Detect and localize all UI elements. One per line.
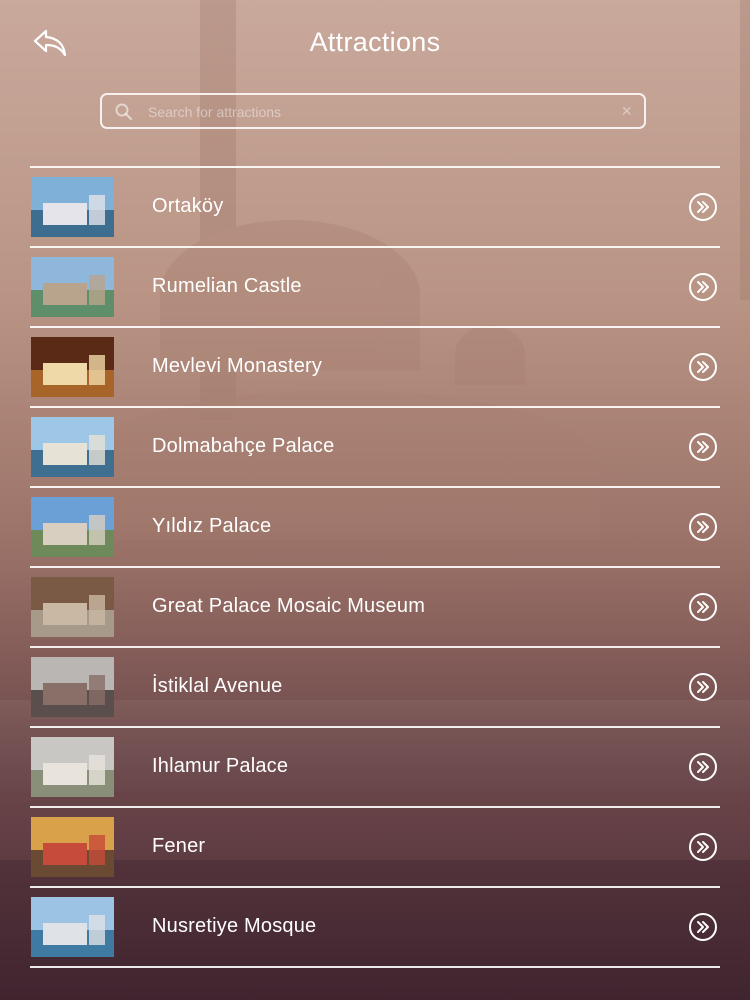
list-item[interactable]: Rumelian Castle (30, 248, 720, 326)
attraction-name: Ihlamur Palace (152, 755, 289, 777)
chevron-right-icon[interactable] (688, 752, 718, 782)
chevron-right-icon[interactable] (688, 912, 718, 942)
attraction-name: Nusretiye Mosque (152, 915, 317, 937)
attraction-thumbnail (31, 337, 114, 397)
list-item[interactable]: Ihlamur Palace (30, 728, 720, 806)
list-item[interactable]: Yıldız Palace (30, 488, 720, 566)
attraction-thumbnail (31, 257, 114, 317)
chevron-right-icon[interactable] (688, 352, 718, 382)
attraction-thumbnail (31, 177, 114, 237)
header-bar: Attractions (0, 0, 750, 86)
divider (30, 966, 720, 968)
attraction-name: Great Palace Mosaic Museum (152, 595, 426, 617)
list-item[interactable]: Ortaköy (30, 168, 720, 246)
list-item[interactable]: Great Palace Mosaic Museum (30, 568, 720, 646)
attraction-name: İstiklal Avenue (152, 675, 283, 697)
chevron-right-icon[interactable] (688, 592, 718, 622)
chevron-right-icon[interactable] (688, 672, 718, 702)
search-icon (115, 103, 133, 121)
attraction-name: Mevlevi Monastery (152, 355, 323, 377)
list-item[interactable]: Mevlevi Monastery (30, 328, 720, 406)
chevron-right-icon[interactable] (688, 272, 718, 302)
page-title: Attractions (309, 27, 441, 57)
attraction-thumbnail (31, 817, 114, 877)
attraction-thumbnail (31, 497, 114, 557)
list-item[interactable]: Fener (30, 808, 720, 886)
attraction-name: Ortaköy (152, 195, 224, 217)
attractions-list: Ortaköy Rumelian Castle Mevlevi Monastery D… (30, 166, 720, 968)
clear-search-icon[interactable]: × (621, 101, 632, 121)
attraction-name: Dolmabahçe Palace (152, 435, 335, 457)
list-item[interactable]: İstiklal Avenue (30, 648, 720, 726)
search-bar[interactable]: × (100, 93, 646, 129)
chevron-right-icon[interactable] (688, 512, 718, 542)
attraction-thumbnail (31, 657, 114, 717)
list-item[interactable]: Nusretiye Mosque (30, 888, 720, 966)
attraction-thumbnail (31, 737, 114, 797)
attraction-thumbnail (31, 577, 114, 637)
attraction-thumbnail (31, 417, 114, 477)
chevron-right-icon[interactable] (688, 432, 718, 462)
attraction-name: Fener (152, 835, 206, 857)
attraction-name: Yıldız Palace (152, 515, 272, 537)
list-item[interactable]: Dolmabahçe Palace (30, 408, 720, 486)
search-input[interactable] (146, 99, 610, 125)
chevron-right-icon[interactable] (688, 832, 718, 862)
chevron-right-icon[interactable] (688, 192, 718, 222)
attraction-name: Rumelian Castle (152, 275, 302, 297)
attraction-thumbnail (31, 897, 114, 957)
